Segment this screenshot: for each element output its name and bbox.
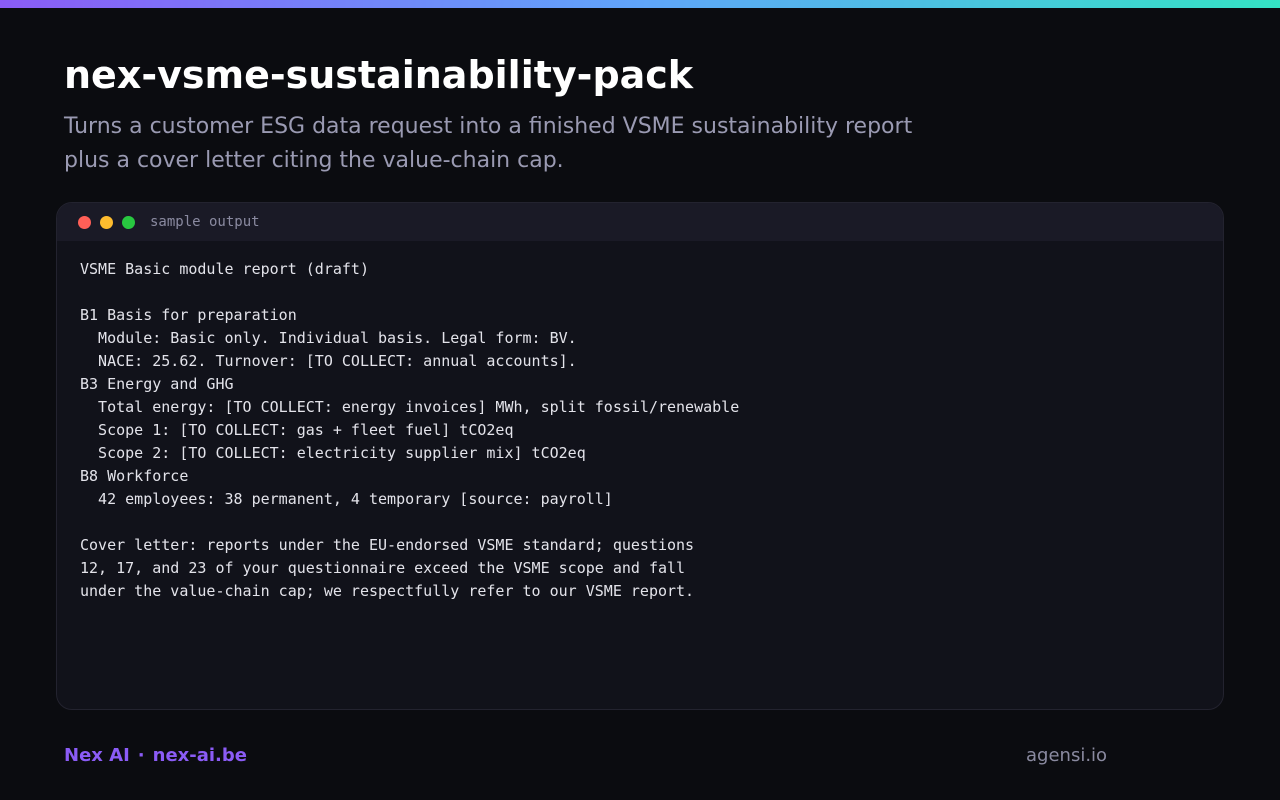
accent-gradient-bar — [0, 0, 1280, 8]
footer-separator: · — [137, 745, 145, 766]
sample-output-panel: sample output VSME Basic module report (… — [56, 202, 1224, 710]
window-dot-green-icon — [122, 216, 135, 229]
footer-brand: Nex AI · nex-ai.be — [64, 744, 247, 768]
window-dot-red-icon — [78, 216, 91, 229]
output-line: VSME Basic module report (draft) — [80, 260, 369, 278]
output-line: Total energy: [TO COLLECT: energy invoic… — [80, 398, 740, 416]
output-line: Module: Basic only. Individual basis. Le… — [80, 329, 577, 347]
output-line: 12, 17, and 23 of your questionnaire exc… — [80, 559, 686, 577]
output-line: Scope 2: [TO COLLECT: electricity suppli… — [80, 444, 586, 462]
output-line: NACE: 25.62. Turnover: [TO COLLECT: annu… — [80, 352, 577, 370]
footer-domain-link[interactable]: agensi.io — [1026, 744, 1107, 768]
output-line: B1 Basis for preparation — [80, 306, 297, 324]
page-title: nex-vsme-sustainability-pack — [64, 53, 694, 97]
brand-name: Nex AI — [64, 745, 130, 766]
output-line: B3 Energy and GHG — [80, 375, 234, 393]
output-line: 42 employees: 38 permanent, 4 temporary … — [80, 490, 613, 508]
window-dot-yellow-icon — [100, 216, 113, 229]
output-line: under the value-chain cap; we respectful… — [80, 582, 695, 600]
brand-site-link[interactable]: nex-ai.be — [153, 745, 247, 766]
report-output-text: VSME Basic module report (draft) B1 Basi… — [80, 258, 739, 603]
page-subtitle: Turns a customer ESG data request into a… — [64, 114, 913, 173]
panel-label: sample output — [150, 214, 260, 230]
output-line: B8 Workforce — [80, 467, 189, 485]
output-line: Scope 1: [TO COLLECT: gas + fleet fuel] … — [80, 421, 514, 439]
panel-titlebar: sample output — [57, 203, 1223, 241]
output-line: Cover letter: reports under the EU-endor… — [80, 536, 695, 554]
